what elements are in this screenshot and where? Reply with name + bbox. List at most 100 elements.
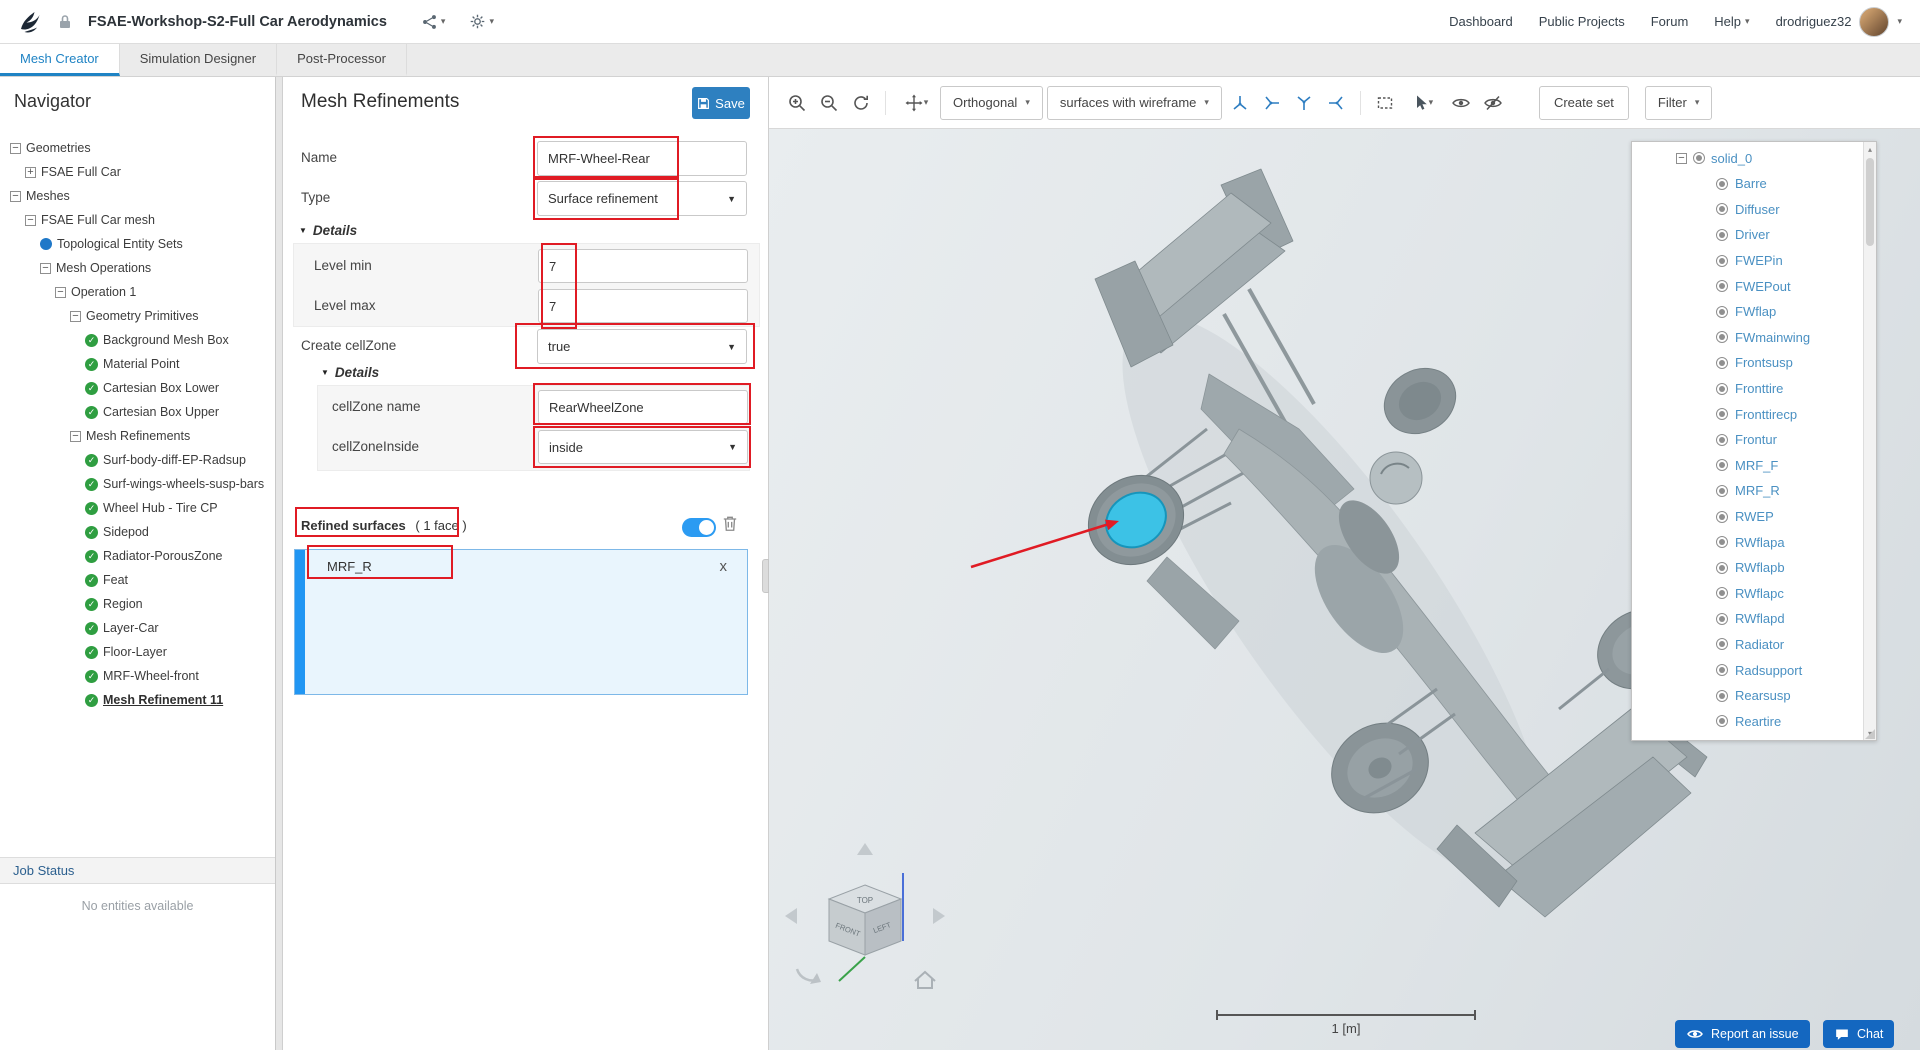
collapse-icon[interactable]: − [70, 430, 81, 442]
type-select[interactable]: Surface refinement ▼ [537, 181, 747, 216]
visibility-icon[interactable] [1716, 280, 1728, 293]
visibility-icon[interactable] [1716, 177, 1728, 190]
delete-refinement-button[interactable] [721, 514, 739, 533]
part-item-rwflapc[interactable]: RWflapc [1632, 581, 1876, 607]
collapse-icon[interactable]: − [40, 262, 51, 274]
part-item-fwflap[interactable]: FWflap [1632, 299, 1876, 325]
part-item-reartirecp[interactable]: ReartireCP [1632, 734, 1876, 740]
visibility-icon[interactable] [1716, 408, 1728, 421]
level-max-input[interactable] [538, 289, 748, 323]
nav-link-forum[interactable]: Forum [1651, 14, 1689, 29]
part-item-driver[interactable]: Driver [1632, 222, 1876, 248]
part-item-frontsusp[interactable]: Frontsusp [1632, 350, 1876, 376]
visibility-icon[interactable] [1716, 203, 1728, 216]
view-axis-y-button[interactable] [1258, 88, 1286, 118]
visibility-icon[interactable] [1716, 715, 1728, 728]
tree-item-mesh-refinements[interactable]: − Mesh Refinements [0, 424, 275, 448]
parts-scrollbar[interactable]: ▴ ▾ [1863, 142, 1876, 740]
chat-button[interactable]: Chat [1823, 1020, 1895, 1048]
tree-item-radiator-porouszone[interactable]: ✓ Radiator-PorousZone [0, 544, 275, 568]
nav-link-dashboard[interactable]: Dashboard [1449, 14, 1513, 29]
part-item-fwepout[interactable]: FWEPout [1632, 273, 1876, 299]
visibility-icon[interactable] [1693, 152, 1705, 164]
visibility-icon[interactable] [1716, 638, 1728, 651]
collapse-icon[interactable]: − [10, 142, 21, 154]
surface-selection-box[interactable]: MRF_R x [294, 549, 748, 695]
panel-resize-handle[interactable] [762, 559, 769, 593]
part-item-radiator[interactable]: Radiator [1632, 632, 1876, 658]
expand-icon[interactable]: + [25, 166, 36, 178]
parts-panel-resize-grip[interactable] [1865, 729, 1875, 739]
hide-selection-button[interactable] [1479, 88, 1507, 118]
part-item-rearsusp[interactable]: Rearsusp [1632, 683, 1876, 709]
tab-mesh-creator[interactable]: Mesh Creator [0, 44, 120, 76]
reset-view-button[interactable] [847, 88, 875, 118]
tree-item-floor-layer[interactable]: ✓ Floor-Layer [0, 640, 275, 664]
part-item-reartire[interactable]: Reartire [1632, 708, 1876, 734]
cellzone-details-toggle[interactable]: ▼ Details [321, 365, 379, 380]
cellzone-inside-select[interactable]: inside ▼ [538, 430, 748, 464]
zoom-in-button[interactable] [783, 88, 811, 118]
visibility-icon[interactable] [1716, 228, 1728, 241]
zoom-out-button[interactable] [815, 88, 843, 118]
visibility-icon[interactable] [1716, 510, 1728, 523]
part-item-fwepin[interactable]: FWEPin [1632, 248, 1876, 274]
save-button[interactable]: Save [692, 87, 750, 119]
part-item-radsupport[interactable]: Radsupport [1632, 657, 1876, 683]
collapse-icon[interactable]: − [10, 190, 21, 202]
username[interactable]: drodriguez32 [1776, 14, 1852, 29]
view-iso-button[interactable] [1322, 88, 1350, 118]
part-item-diffuser[interactable]: Diffuser [1632, 197, 1876, 223]
tab-simulation-designer[interactable]: Simulation Designer [120, 44, 278, 76]
tree-item-cartesian-box-upper[interactable]: ✓ Cartesian Box Upper [0, 400, 275, 424]
tree-item-mesh-operations[interactable]: − Mesh Operations [0, 256, 275, 280]
job-status-header[interactable]: Job Status [0, 857, 275, 884]
tree-item-meshes[interactable]: − Meshes [0, 184, 275, 208]
create-set-button[interactable]: Create set [1538, 85, 1629, 120]
visibility-icon[interactable] [1716, 459, 1728, 472]
projection-dropdown[interactable]: Orthogonal ▾ [940, 85, 1043, 120]
part-item-mrf-f[interactable]: MRF_F [1632, 453, 1876, 479]
fsae-car-model[interactable] [1072, 168, 1708, 918]
part-item-frontur[interactable]: Frontur [1632, 427, 1876, 453]
part-item-fronttirecp[interactable]: Fronttirecp [1632, 401, 1876, 427]
tree-item-feat[interactable]: ✓ Feat [0, 568, 275, 592]
part-item-fronttire[interactable]: Fronttire [1632, 376, 1876, 402]
tree-item-cartesian-box-lower[interactable]: ✓ Cartesian Box Lower [0, 376, 275, 400]
visibility-icon[interactable] [1716, 587, 1728, 600]
tree-item-topological-entity-sets[interactable]: Topological Entity Sets [0, 232, 275, 256]
create-cellzone-select[interactable]: true ▼ [537, 329, 747, 364]
part-item-rwflapb[interactable]: RWflapb [1632, 555, 1876, 581]
visibility-icon[interactable] [1716, 331, 1728, 344]
tree-item-sidepod[interactable]: ✓ Sidepod [0, 520, 275, 544]
visibility-icon[interactable] [1716, 433, 1728, 446]
collapse-icon[interactable]: − [70, 310, 81, 322]
tree-item-geometry-primitives[interactable]: − Geometry Primitives [0, 304, 275, 328]
tree-item-geometries[interactable]: − Geometries [0, 136, 275, 160]
rotate-left-arrow[interactable] [785, 908, 797, 924]
view-axis-x-button[interactable] [1226, 88, 1254, 118]
collapse-icon[interactable]: − [1676, 152, 1687, 164]
rotate-right-arrow[interactable] [933, 908, 945, 924]
tree-item-surf-wings-wheels-susp-bars[interactable]: ✓ Surf-wings-wheels-susp-bars [0, 472, 275, 496]
visibility-icon[interactable] [1716, 612, 1728, 625]
select-tool-button[interactable]: ▾ [1403, 88, 1443, 118]
rotate-up-arrow[interactable] [857, 843, 873, 855]
level-min-input[interactable] [538, 249, 748, 283]
nav-link-help[interactable]: Help ▾ [1714, 14, 1749, 29]
simscale-logo[interactable] [18, 8, 46, 36]
nav-link-public-projects[interactable]: Public Projects [1539, 14, 1625, 29]
view-axis-z-button[interactable] [1290, 88, 1318, 118]
part-item-fwmainwing[interactable]: FWmainwing [1632, 325, 1876, 351]
tree-item-material-point[interactable]: ✓ Material Point [0, 352, 275, 376]
show-selection-button[interactable] [1447, 88, 1475, 118]
tree-item-operation-1[interactable]: − Operation 1 [0, 280, 275, 304]
navigation-cube[interactable]: TOP FRONT LEFT [785, 843, 945, 989]
caret-down-icon[interactable]: ▾ [1897, 17, 1902, 26]
home-view-icon[interactable] [914, 970, 936, 989]
name-input[interactable] [537, 141, 747, 176]
tree-item-fsae-full-car-mesh[interactable]: − FSAE Full Car mesh [0, 208, 275, 232]
filter-dropdown[interactable]: Filter ▾ [1644, 85, 1713, 120]
tree-item-mesh-refinement-11[interactable]: ✓ Mesh Refinement 11 [0, 688, 275, 712]
box-select-button[interactable] [1371, 88, 1399, 118]
